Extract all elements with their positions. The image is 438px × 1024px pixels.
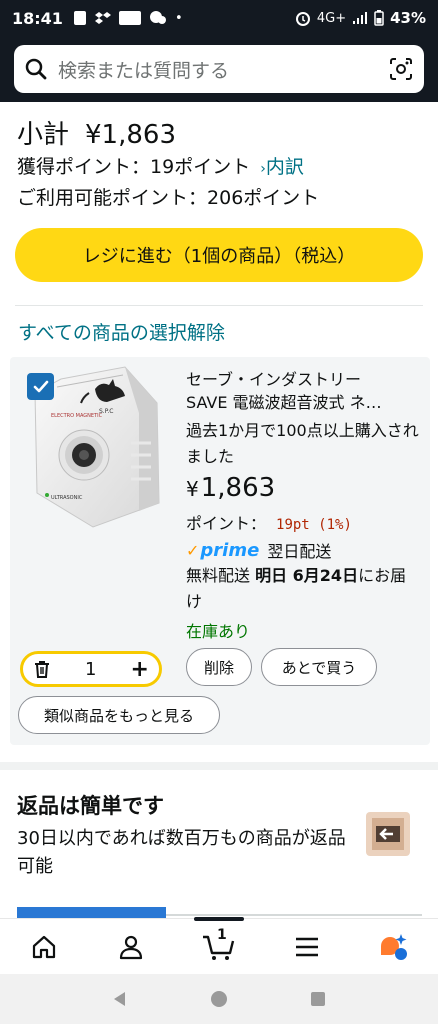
- recents-icon[interactable]: [309, 990, 327, 1008]
- price-value: 1,863: [200, 473, 276, 503]
- points-breakdown-label: 内訳: [265, 156, 304, 178]
- delete-button[interactable]: 削除: [186, 648, 252, 686]
- save-for-later-button[interactable]: あとで買う: [261, 648, 377, 686]
- notification-app-icon: [73, 11, 86, 25]
- search-input[interactable]: 検索または質問する: [58, 56, 388, 83]
- prime-delivery: ✓ prime 翌日配送: [186, 538, 331, 562]
- deselect-all-link[interactable]: すべての商品の選択解除: [18, 318, 225, 345]
- chat-icon: [149, 11, 166, 24]
- account-icon: [120, 935, 143, 959]
- product-title-line2: SAVE 電磁波超音波式 ネ…: [186, 393, 382, 412]
- product-title-line1: セーブ・インダストリー: [186, 370, 362, 389]
- free-shipping-prefix: 無料配送: [186, 566, 256, 585]
- returns-title: 返品は簡単です: [17, 794, 164, 818]
- alarm-icon: [295, 12, 310, 26]
- subtotal: 小計 ¥1,863: [17, 114, 176, 151]
- subtotal-value: ¥1,863: [85, 120, 176, 150]
- battery-icon: [374, 10, 384, 26]
- subtotal-label: 小計: [17, 120, 70, 150]
- search-icon[interactable]: [24, 57, 48, 81]
- see-similar-button[interactable]: 類似商品をもっと見る: [18, 696, 220, 734]
- item-points-value: 19pt (1%): [276, 517, 352, 533]
- earned-points: 獲得ポイント： 19ポイント ›内訳: [17, 152, 304, 179]
- home-icon: [32, 935, 55, 958]
- item-price: ¥1,863: [186, 473, 275, 503]
- status-bar: 18:41 • 4G+ 43%: [0, 0, 438, 36]
- free-shipping: 無料配送 明日 6月24日にお届け: [186, 563, 422, 615]
- item-points: ポイント： 19pt (1%): [186, 510, 352, 534]
- rufus-icon: [381, 933, 408, 960]
- nav-menu[interactable]: [277, 919, 337, 975]
- nav-account[interactable]: [101, 919, 161, 975]
- available-points-label: ご利用可能ポイント：: [17, 187, 208, 209]
- dropbox-icon: [94, 12, 111, 24]
- quantity-stepper: 1 +: [20, 651, 162, 687]
- notification-icons: •: [73, 10, 183, 26]
- bottom-nav: 1: [0, 918, 438, 974]
- image-label-top: ELECTRO MAGNETIC: [51, 413, 103, 419]
- camera-icon[interactable]: [388, 56, 414, 82]
- available-points-value: 206ポイント: [207, 187, 320, 209]
- checkout-button[interactable]: レジに進む（1個の商品）（税込）: [15, 228, 423, 282]
- price-currency: ¥: [186, 477, 199, 501]
- yahoo-icon: [118, 11, 141, 25]
- points-breakdown-link[interactable]: ›内訳: [260, 152, 304, 179]
- stock-status: 在庫あり: [186, 622, 251, 641]
- prime-logo: prime: [200, 539, 260, 561]
- earned-points-value: 19ポイント: [150, 156, 251, 178]
- network-type: 4G+: [316, 10, 347, 26]
- bought-count: 過去1か月で100点以上購入されました: [186, 421, 419, 466]
- app-header: 検索または質問する: [0, 36, 438, 102]
- item-points-label: ポイント：: [186, 514, 267, 533]
- returns-description: 30日以内であれば数百万もの商品が返品可能: [17, 828, 346, 877]
- trash-icon[interactable]: [33, 659, 51, 679]
- delivery-date: 明日 6月24日: [255, 566, 359, 585]
- cart-active-indicator: [194, 917, 244, 921]
- back-icon[interactable]: [111, 990, 129, 1008]
- item-select-checkbox[interactable]: [27, 373, 54, 400]
- quantity-value: 1: [85, 658, 97, 680]
- system-nav-bar: [0, 974, 438, 1024]
- prime-check-icon: ✓: [186, 540, 200, 560]
- system-status: 4G+ 43%: [295, 9, 426, 27]
- return-box-icon: [366, 812, 410, 856]
- nav-home[interactable]: [14, 919, 74, 975]
- signal-icon: [353, 12, 368, 24]
- menu-icon: [295, 937, 318, 956]
- section-divider: [0, 762, 438, 770]
- available-points: ご利用可能ポイント：206ポイント: [17, 183, 319, 210]
- checkmark-icon: [33, 380, 48, 392]
- status-time: 18:41: [12, 8, 63, 28]
- nav-cart[interactable]: 1: [189, 919, 249, 975]
- nav-rufus[interactable]: [364, 919, 424, 975]
- cart-count-badge: 1: [216, 926, 227, 943]
- more-dot-icon: •: [174, 10, 183, 26]
- plus-icon[interactable]: +: [131, 657, 149, 682]
- divider: [15, 305, 423, 306]
- image-label-bottom: ULTRASONIC: [51, 495, 83, 501]
- earned-points-label: 獲得ポイント：: [17, 156, 151, 178]
- prime-delivery-text: 翌日配送: [267, 542, 332, 561]
- battery-percent: 43%: [390, 9, 426, 27]
- search-bar[interactable]: 検索または質問する: [14, 45, 424, 93]
- product-title-link[interactable]: セーブ・インダストリー SAVE 電磁波超音波式 ネ…: [186, 368, 422, 414]
- strip-divider: [166, 914, 422, 916]
- home-circle-icon[interactable]: [210, 990, 228, 1008]
